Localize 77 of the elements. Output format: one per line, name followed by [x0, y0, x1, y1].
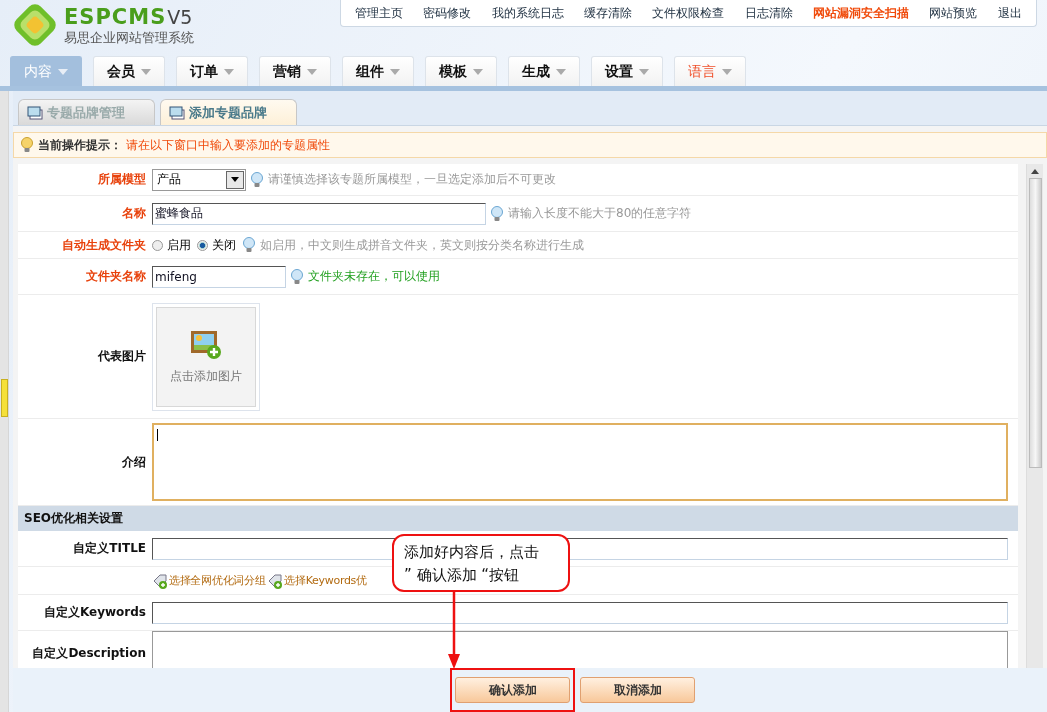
radio-button[interactable] — [152, 239, 163, 251]
field-hint: 请输入长度不能大于80的任意字符 — [508, 205, 692, 222]
keyword-link[interactable]: 选择全网优化词分组 — [152, 572, 266, 589]
nav-tab[interactable]: 设置 — [591, 56, 663, 86]
input-field[interactable]: 蜜蜂食品 — [152, 202, 486, 225]
input-field[interactable]: mifeng — [152, 265, 286, 288]
section-header: SEO优化相关设置 — [18, 506, 1018, 531]
nav-tab[interactable]: 模板 — [425, 56, 497, 86]
caret-icon — [58, 68, 68, 75]
nav-tab[interactable]: 订单 — [176, 56, 248, 86]
field-hint: 文件夹未存在，可以使用 — [308, 268, 440, 285]
field-label: 自动生成文件夹 — [62, 237, 146, 252]
tip-text: 请在以下窗口中输入要添加的专题属性 — [126, 136, 330, 154]
lightbulb-icon — [20, 137, 34, 153]
field-label: 文件夹名称 — [86, 269, 146, 283]
field-label: 所属模型 — [98, 172, 146, 186]
nav-tab[interactable]: 生成 — [508, 56, 580, 86]
brand-name: ESPCMS — [64, 5, 167, 29]
top-link[interactable]: 缓存清除 — [584, 4, 633, 22]
top-link[interactable]: 退出 — [997, 4, 1022, 22]
form-button[interactable]: 取消添加 — [580, 677, 695, 703]
field-label: 自定义Keywords — [43, 605, 146, 619]
nav-tab[interactable]: 组件 — [342, 56, 414, 86]
top-link[interactable]: 网站漏洞安全扫描 — [813, 4, 910, 22]
lightbulb-icon — [250, 171, 264, 188]
text-area[interactable] — [152, 423, 1008, 501]
window-icon — [169, 105, 185, 120]
lightbulb-icon — [290, 268, 304, 285]
nav-tab[interactable]: 会员 — [93, 56, 165, 86]
lightbulb-icon — [242, 237, 256, 253]
keyword-link[interactable]: 选择Keywords优 — [267, 572, 367, 589]
version-label: V5 — [167, 6, 193, 28]
callout-text: ” 确认添加 “按钮 — [404, 565, 521, 586]
top-link[interactable]: 文件权限检查 — [652, 4, 725, 22]
lightbulb-icon — [490, 205, 504, 222]
add-picture-icon — [190, 328, 222, 360]
tag-add-icon — [152, 572, 168, 589]
form-button[interactable]: 确认添加 — [455, 677, 570, 703]
nav-tab[interactable]: 语言 — [674, 56, 746, 86]
input-field[interactable] — [152, 601, 1008, 624]
caret-icon — [556, 68, 566, 75]
nav-tab[interactable]: 营销 — [259, 56, 331, 86]
caret-icon — [473, 68, 483, 75]
scrollbar[interactable] — [1026, 164, 1043, 668]
tag-add-icon — [267, 572, 284, 589]
field-label: 介绍 — [122, 454, 146, 469]
top-link[interactable]: 密码修改 — [423, 4, 472, 22]
caret-icon — [141, 68, 151, 75]
field-label: 自定义Description — [32, 646, 146, 660]
field-label: 自定义TITLE — [73, 541, 146, 555]
scroll-thumb[interactable] — [1028, 178, 1042, 468]
scroll-up-arrow-icon[interactable] — [1031, 169, 1039, 174]
window-icon — [27, 105, 43, 120]
dropdown-arrow-icon — [231, 177, 239, 182]
caret-icon — [390, 68, 400, 75]
page-tab[interactable]: 添加专题品牌 — [160, 99, 297, 125]
tip-label: 当前操作提示： — [38, 136, 122, 154]
top-link[interactable]: 管理主页 — [355, 4, 404, 22]
top-link[interactable]: 我的系统日志 — [491, 4, 564, 22]
radio-label: 启用 — [167, 236, 191, 254]
brand-subtitle: 易思企业网站管理系统 — [64, 29, 194, 47]
field-label: 名称 — [122, 206, 146, 220]
field-hint: 如启用，中文则生成拼音文件夹，英文则按分类名称进行生成 — [260, 236, 584, 254]
caret-icon — [722, 68, 732, 75]
model-select[interactable]: 产品 — [152, 168, 246, 191]
radio-label: 关闭 — [212, 236, 236, 254]
radio-button[interactable] — [197, 239, 208, 251]
field-label: 代表图片 — [98, 349, 146, 363]
caret-icon — [639, 68, 649, 75]
collapse-handle[interactable] — [1, 379, 8, 417]
add-image-button[interactable]: 点击添加图片 — [156, 306, 256, 407]
top-link[interactable]: 网站预览 — [929, 4, 978, 22]
top-link[interactable]: 日志清除 — [744, 4, 793, 22]
caret-icon — [224, 68, 234, 75]
caret-icon — [307, 68, 317, 75]
field-hint: 请谨慎选择该专题所属模型，一旦选定添加后不可更改 — [268, 171, 556, 188]
callout-text: 添加好内容后，点击 — [404, 542, 540, 563]
